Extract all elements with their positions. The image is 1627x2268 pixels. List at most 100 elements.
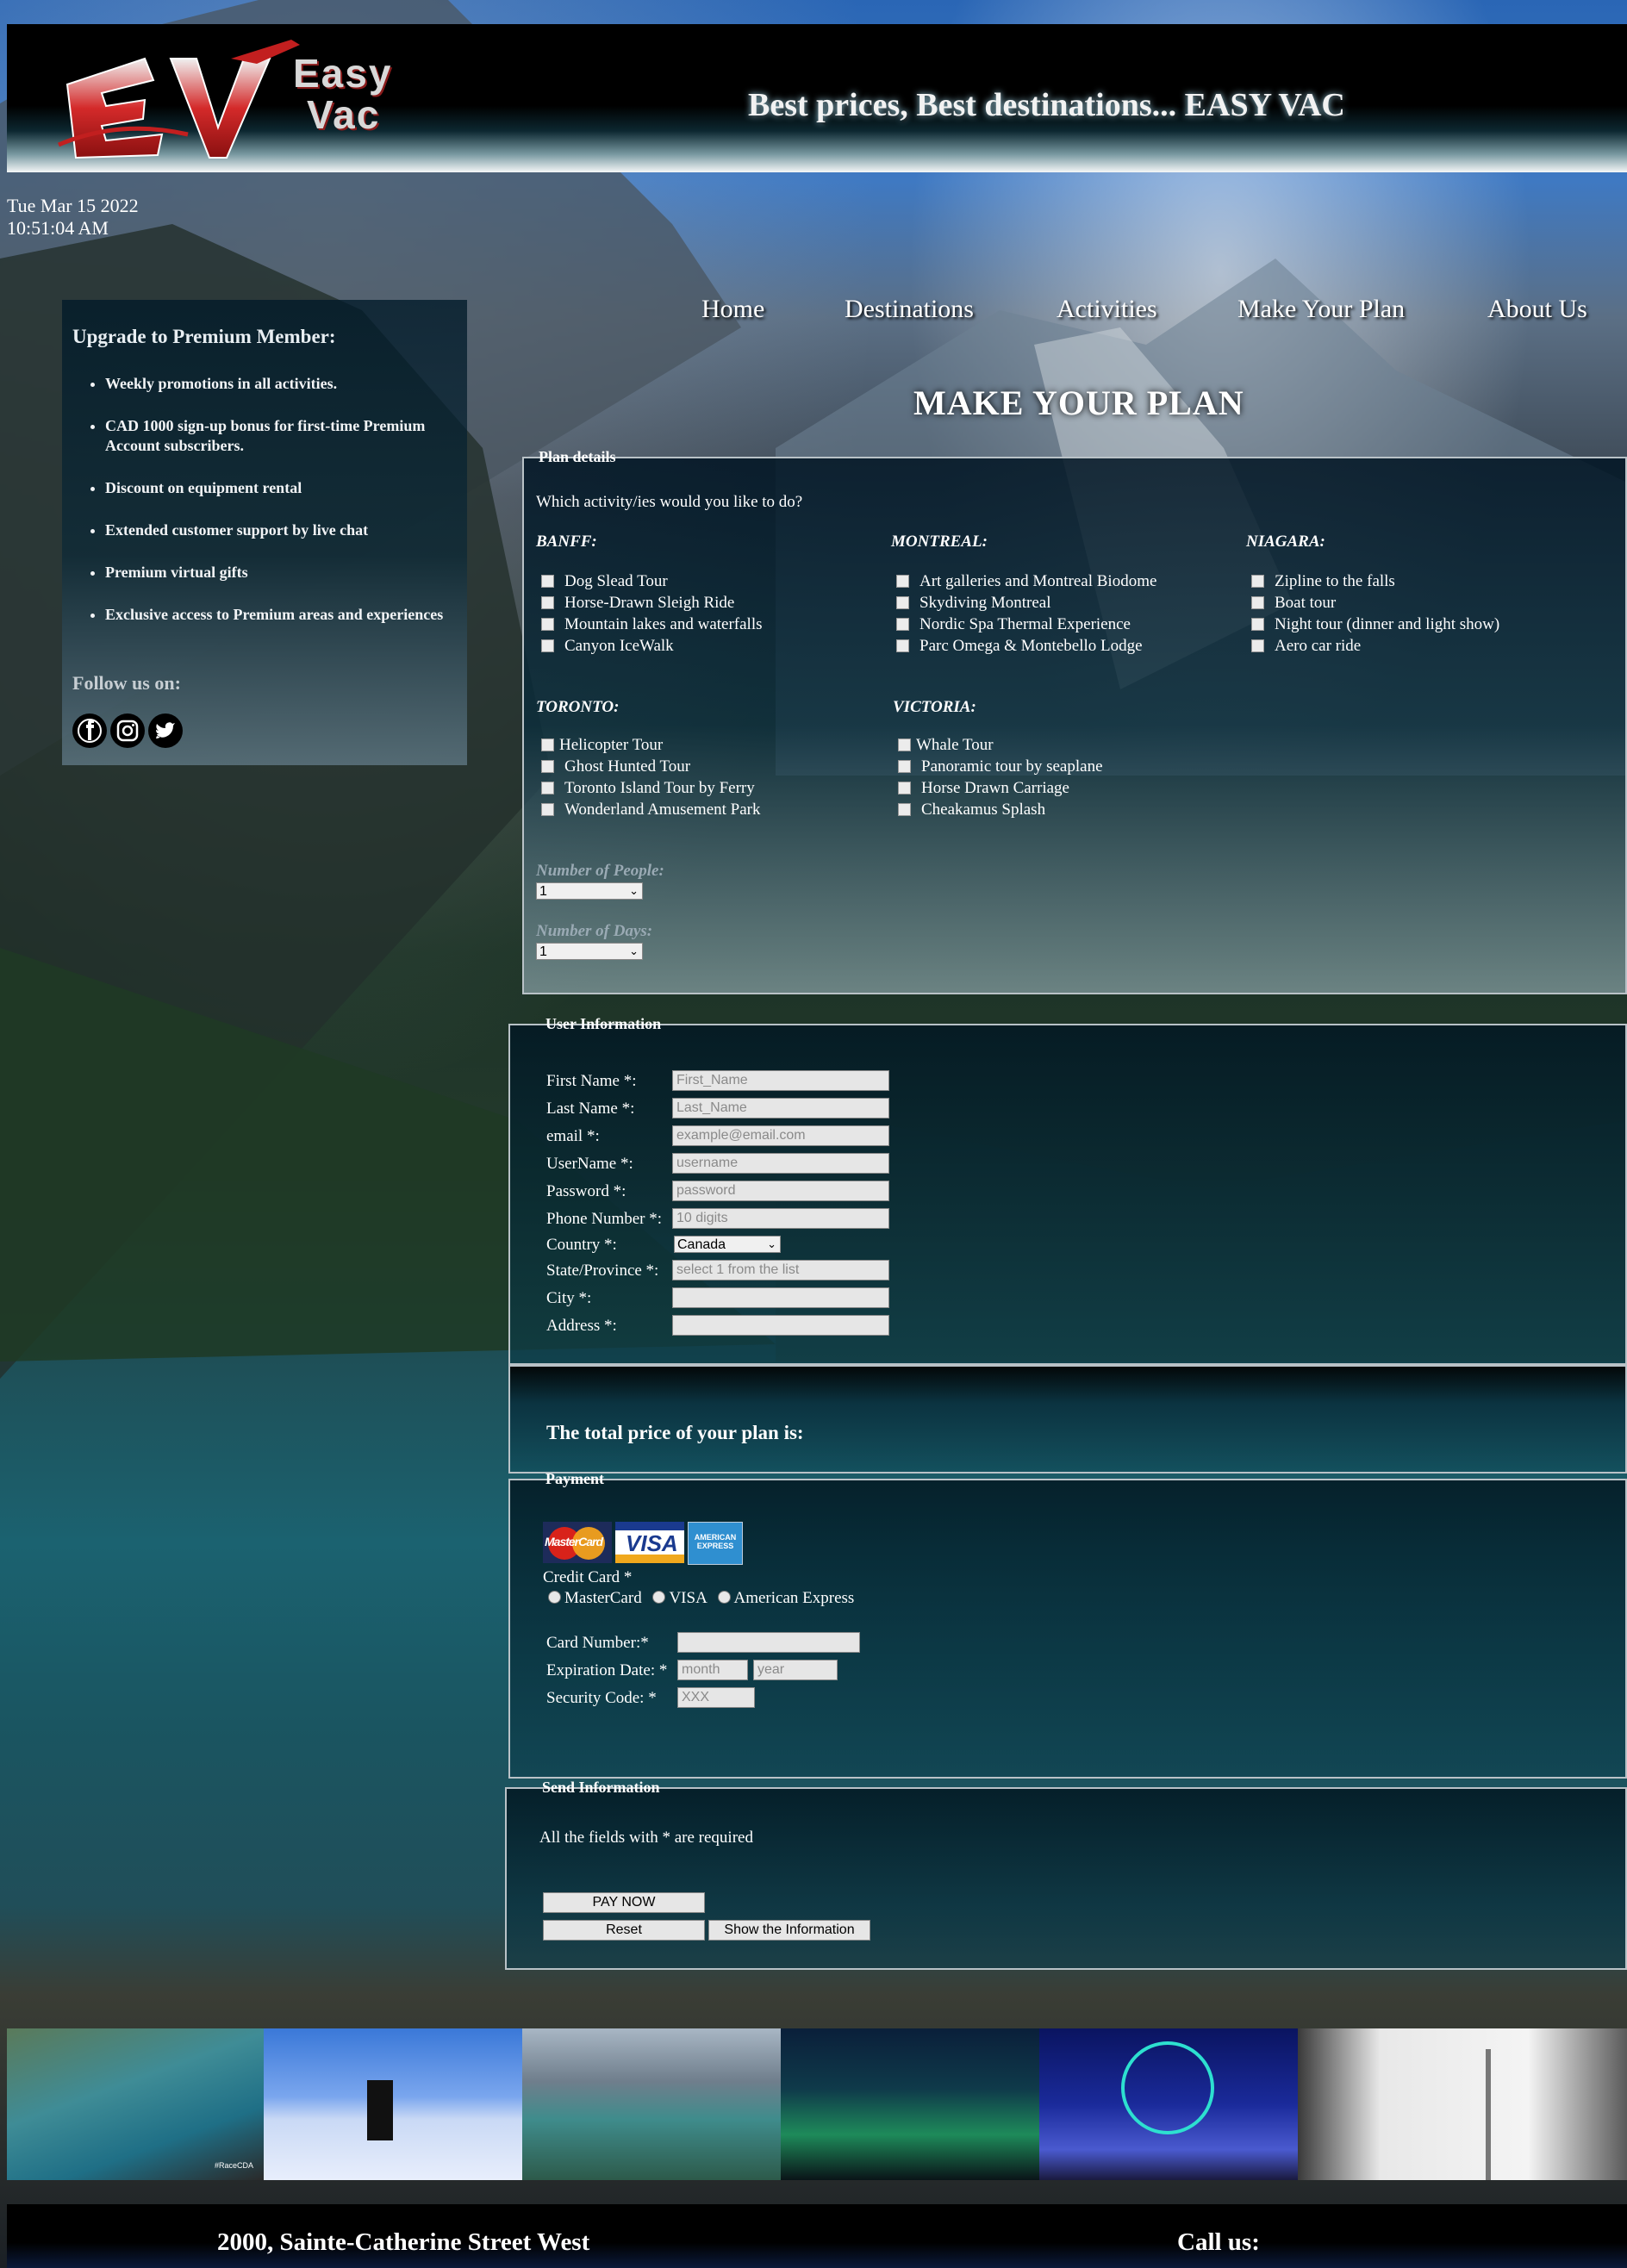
activity-checkbox[interactable]: [541, 760, 554, 773]
address-label: Address *:: [546, 1317, 617, 1335]
activity-checkbox[interactable]: [541, 639, 554, 652]
nav-destinations[interactable]: Destinations: [845, 295, 974, 324]
last-name-input[interactable]: Last_Name: [672, 1098, 889, 1118]
activity-option[interactable]: Dog Slead Tour: [541, 570, 763, 592]
activity-checkbox[interactable]: [1251, 596, 1264, 609]
activity-option[interactable]: Boat tour: [1251, 592, 1499, 614]
nav-make-your-plan[interactable]: Make Your Plan: [1237, 295, 1405, 324]
amex-logo-text: AMERICAN EXPRESS: [694, 1533, 737, 1550]
activity-option[interactable]: Nordic Spa Thermal Experience: [896, 614, 1156, 635]
page-title: MAKE YOUR PLAN: [913, 383, 1244, 422]
activity-option[interactable]: Parc Omega & Montebello Lodge: [896, 635, 1156, 657]
activity-label: Horse Drawn Carriage: [921, 778, 1069, 797]
activity-option[interactable]: Whale Tour: [898, 734, 1103, 756]
activity-option[interactable]: Canyon IceWalk: [541, 635, 763, 657]
activity-checkbox[interactable]: [541, 738, 554, 751]
banff-activities: Dog Slead Tour Horse-Drawn Sleigh Ride M…: [541, 570, 763, 657]
activity-checkbox[interactable]: [896, 575, 909, 588]
gallery-image-moraine-lake[interactable]: [522, 2028, 781, 2180]
gallery-image-niagara[interactable]: #RaceCDA: [7, 2028, 264, 2180]
amex-radio[interactable]: [717, 1591, 731, 1604]
gallery-image-northern-lights[interactable]: [781, 2028, 1039, 2180]
activity-option[interactable]: Zipline to the falls: [1251, 570, 1499, 592]
activity-option[interactable]: Skydiving Montreal: [896, 592, 1156, 614]
activity-option[interactable]: Aero car ride: [1251, 635, 1499, 657]
activity-checkbox[interactable]: [541, 596, 554, 609]
country-select-value: Canada: [677, 1237, 726, 1252]
activity-option[interactable]: Toronto Island Tour by Ferry: [541, 777, 760, 799]
mastercard-radio[interactable]: [548, 1591, 561, 1604]
activity-label: Art galleries and Montreal Biodome: [919, 571, 1157, 590]
activity-label: Toronto Island Tour by Ferry: [564, 778, 755, 797]
mastercard-option[interactable]: MasterCard: [548, 1589, 642, 1607]
activity-checkbox[interactable]: [1251, 575, 1264, 588]
activity-checkbox[interactable]: [898, 738, 911, 751]
security-code-input[interactable]: XXX: [677, 1687, 755, 1708]
activity-checkbox[interactable]: [896, 596, 909, 609]
user-information-fieldset: User Information First Name *: First_Nam…: [508, 1015, 1627, 1365]
country-select[interactable]: Canada ⌄: [674, 1236, 781, 1253]
activity-option[interactable]: Night tour (dinner and light show): [1251, 614, 1499, 635]
activity-option[interactable]: Horse-Drawn Sleigh Ride: [541, 592, 763, 614]
activity-checkbox[interactable]: [898, 803, 911, 816]
activity-checkbox[interactable]: [541, 803, 554, 816]
activity-option[interactable]: Ghost Hunted Tour: [541, 756, 760, 777]
email-input[interactable]: example@email.com: [672, 1125, 889, 1146]
reset-button[interactable]: Reset: [543, 1920, 705, 1941]
activity-option[interactable]: Horse Drawn Carriage: [898, 777, 1103, 799]
instagram-icon[interactable]: [110, 713, 145, 748]
expiration-year-input[interactable]: year: [753, 1660, 838, 1680]
username-input[interactable]: username: [672, 1153, 889, 1174]
state-input[interactable]: select 1 from the list: [672, 1260, 889, 1280]
total-price-panel: The total price of your plan is:: [508, 1365, 1627, 1474]
password-input[interactable]: password: [672, 1181, 889, 1201]
gallery-image-cn-tower[interactable]: [1298, 2028, 1627, 2180]
activity-option[interactable]: Art galleries and Montreal Biodome: [896, 570, 1156, 592]
activity-checkbox[interactable]: [1251, 618, 1264, 631]
address-input[interactable]: [672, 1315, 889, 1336]
region-niagara: NIAGARA:: [1246, 533, 1325, 551]
activity-option[interactable]: Cheakamus Splash: [898, 799, 1103, 820]
gallery-image-ferris-wheel[interactable]: [1039, 2028, 1298, 2180]
activity-checkbox[interactable]: [541, 782, 554, 794]
activity-option[interactable]: Mountain lakes and waterfalls: [541, 614, 763, 635]
first-name-input[interactable]: First_Name: [672, 1070, 889, 1091]
activity-option[interactable]: Panoramic tour by seaplane: [898, 756, 1103, 777]
twitter-icon[interactable]: [148, 713, 183, 748]
days-label: Number of Days:: [536, 922, 653, 940]
logo[interactable]: Easy Vac: [41, 33, 403, 162]
activity-option[interactable]: Helicopter Tour: [541, 734, 760, 756]
people-select[interactable]: 1 ⌄: [536, 882, 643, 900]
facebook-icon[interactable]: [72, 713, 107, 748]
state-label: State/Province *:: [546, 1262, 659, 1280]
gallery-image-dog-sled[interactable]: [264, 2028, 522, 2180]
days-select[interactable]: 1 ⌄: [536, 943, 643, 960]
days-select-value: 1: [539, 944, 547, 959]
amex-option[interactable]: American Express: [717, 1589, 855, 1607]
activity-checkbox[interactable]: [1251, 639, 1264, 652]
current-time: 10:51:04 AM: [7, 217, 109, 239]
activity-checkbox[interactable]: [541, 575, 554, 588]
expiration-month-input[interactable]: month: [677, 1660, 748, 1680]
activity-checkbox[interactable]: [896, 639, 909, 652]
show-information-button[interactable]: Show the Information: [708, 1920, 870, 1941]
phone-input[interactable]: 10 digits: [672, 1208, 889, 1229]
visa-logo: VISA: [615, 1522, 684, 1563]
visa-radio[interactable]: [652, 1591, 666, 1604]
activity-checkbox[interactable]: [898, 760, 911, 773]
activity-option[interactable]: Wonderland Amusement Park: [541, 799, 760, 820]
activity-checkbox[interactable]: [896, 618, 909, 631]
chevron-down-icon: ⌄: [629, 944, 639, 957]
amex-option-label: American Express: [733, 1589, 855, 1607]
activity-checkbox[interactable]: [898, 782, 911, 794]
card-number-input[interactable]: [677, 1632, 860, 1653]
nav-activities[interactable]: Activities: [1057, 295, 1157, 324]
activity-label: Zipline to the falls: [1275, 571, 1395, 590]
nav-home[interactable]: Home: [701, 295, 764, 324]
city-input[interactable]: [672, 1287, 889, 1308]
pay-now-button[interactable]: PAY NOW: [543, 1892, 705, 1913]
activity-checkbox[interactable]: [541, 618, 554, 631]
nav-about-us[interactable]: About Us: [1487, 295, 1587, 324]
visa-option[interactable]: VISA: [652, 1589, 707, 1607]
user-information-legend: User Information: [545, 1015, 662, 1032]
